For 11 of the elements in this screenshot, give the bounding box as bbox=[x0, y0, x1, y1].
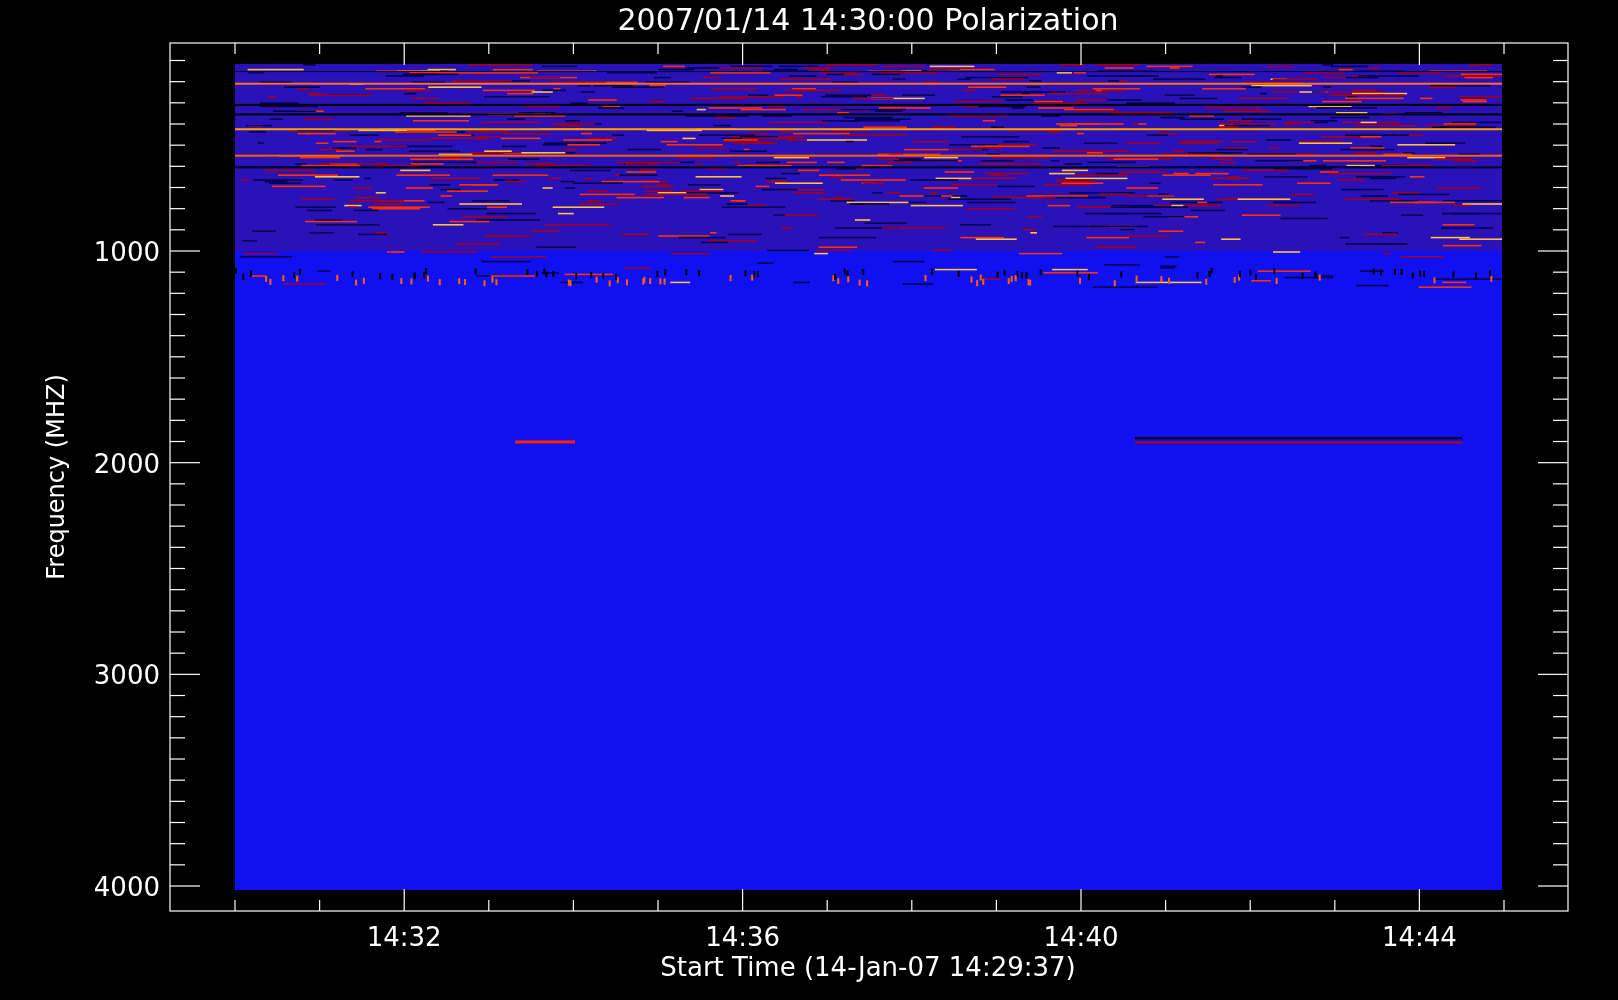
x-tick-label: 14:40 bbox=[1043, 922, 1119, 952]
y-axis-label: Frequency (MHZ) bbox=[42, 374, 70, 580]
x-tick-label: 14:32 bbox=[366, 922, 442, 952]
y-tick-label: 1000 bbox=[93, 237, 160, 267]
y-tick-label: 2000 bbox=[93, 448, 160, 479]
plot-title: 2007/01/14 14:30:00 Polarization bbox=[617, 2, 1119, 37]
y-tick-label: 3000 bbox=[93, 660, 160, 691]
x-axis-label: Start Time (14-Jan-07 14:29:37) bbox=[660, 952, 1076, 982]
y-tick-label: 4000 bbox=[93, 872, 160, 902]
x-tick-label: 14:44 bbox=[1381, 922, 1457, 952]
x-tick-label: 14:36 bbox=[705, 922, 781, 952]
